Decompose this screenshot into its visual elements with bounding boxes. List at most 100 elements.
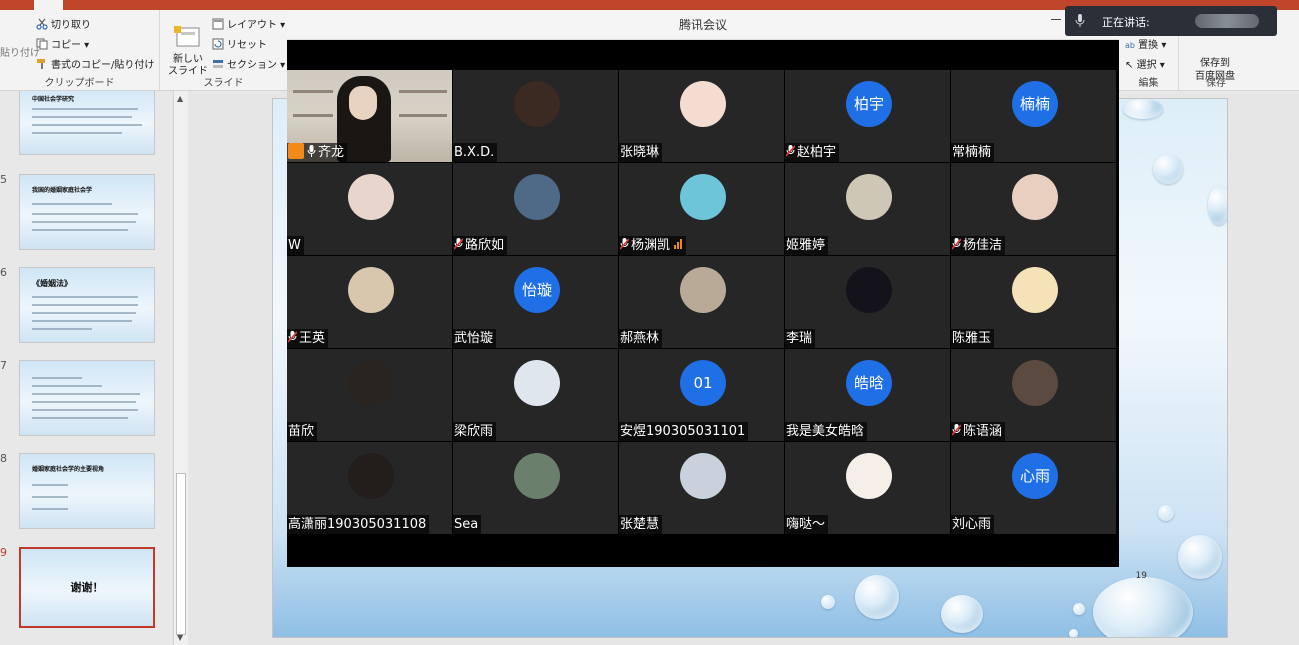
participant-tile[interactable]: 皓晗 我是美女皓晗 — [785, 349, 950, 441]
participant-name: 安煜190305031101 — [620, 424, 746, 439]
participant-tile[interactable]: 杨佳洁 — [951, 163, 1116, 255]
avatar: 心雨 — [1012, 453, 1058, 499]
water-bubble — [1153, 154, 1183, 184]
slide-thumbnail-9[interactable]: 谢谢！ — [19, 547, 155, 628]
participant-tile[interactable]: 嗨哒～ — [785, 442, 950, 534]
save-group-label: 保存 — [1206, 78, 1226, 89]
minimize-icon[interactable] — [1051, 19, 1061, 20]
copy-label: コピー — [51, 40, 81, 51]
participant-nameplate: B.X.D. — [453, 143, 498, 162]
water-bubble — [941, 595, 983, 633]
slide-thumbnail-5[interactable]: 我国的婚姻家庭社会学 — [19, 174, 155, 250]
tencent-meeting-window[interactable]: 腾讯会议 齐龙 B.X.D. 张晓琳 柏宇 赵柏宇 楠楠 常楠楠 W 路欣如 杨渊凯 姬雅婷 杨佳洁王… — [287, 10, 1119, 567]
participant-name: 路欣如 — [465, 238, 505, 253]
participant-name: 张楚慧 — [620, 517, 660, 532]
participant-tile[interactable]: 路欣如 — [453, 163, 618, 255]
participant-name: 高潇丽190305031108 — [288, 517, 427, 532]
participant-name: 杨渊凯 — [631, 238, 671, 253]
participant-tile[interactable]: 怡璇 武怡璇 — [453, 256, 618, 348]
participant-tile[interactable]: 高潇丽190305031108 — [287, 442, 452, 534]
speaker-name-blurred — [1195, 14, 1259, 28]
thumbnail-title: 谢谢！ — [70, 581, 104, 594]
participant-nameplate: 高潇丽190305031108 — [287, 515, 430, 534]
participant-name: 姬雅婷 — [786, 238, 826, 253]
slide-page-number: 19 — [1135, 571, 1147, 581]
host-badge-icon — [288, 143, 304, 159]
tab-home[interactable] — [34, 0, 63, 10]
participant-nameplate: 王英 — [287, 329, 329, 348]
participant-nameplate: W — [287, 236, 304, 255]
participant-tile[interactable]: W — [287, 163, 452, 255]
participant-tile[interactable]: 齐龙 — [287, 70, 452, 162]
reset-button[interactable]: リセット — [212, 36, 267, 51]
participant-tile[interactable]: 梁欣雨 — [453, 349, 618, 441]
meeting-title-bar[interactable]: 腾讯会议 — [287, 10, 1119, 40]
scroll-down-icon[interactable]: ▼ — [177, 633, 183, 642]
participant-tile[interactable]: 姬雅婷 — [785, 163, 950, 255]
participant-nameplate: 姬雅婷 — [785, 236, 829, 255]
participant-nameplate: 安煜190305031101 — [619, 422, 749, 441]
slide-number-7: 7 — [0, 359, 7, 372]
mic-muted-icon — [620, 238, 629, 250]
participant-name: 刘心雨 — [952, 517, 992, 532]
mic-muted-icon — [454, 238, 463, 250]
avatar — [1012, 267, 1058, 313]
participant-nameplate: 张晓琳 — [619, 143, 663, 162]
section-button[interactable]: セクション ▾ — [212, 56, 285, 71]
participant-name: 郝燕林 — [620, 331, 660, 346]
slide-thumbnail-4[interactable]: 中国社会学研究 — [19, 91, 155, 155]
avatar — [846, 267, 892, 313]
participant-tile[interactable]: Sea — [453, 442, 618, 534]
participant-nameplate: 杨渊凯 — [619, 236, 687, 255]
water-bubble — [1069, 629, 1078, 637]
slide-thumbnail-6[interactable]: 《婚姻法》 — [19, 267, 155, 343]
participant-tile[interactable]: 楠楠 常楠楠 — [951, 70, 1116, 162]
slides-group-label: スライド — [203, 78, 244, 89]
format-painter-icon — [37, 59, 45, 69]
participant-nameplate: 杨佳洁 — [951, 236, 1006, 255]
participant-tile[interactable]: 柏宇 赵柏宇 — [785, 70, 950, 162]
scrollbar-thumb[interactable] — [176, 473, 186, 635]
participant-nameplate: 梁欣雨 — [453, 422, 497, 441]
participant-tile[interactable]: B.X.D. — [453, 70, 618, 162]
slide-number-5: 5 — [0, 173, 7, 186]
participant-tile[interactable]: 01 安煜190305031101 — [619, 349, 784, 441]
new-slide-icon — [174, 26, 200, 47]
participant-tile[interactable]: 心雨刘心雨 — [951, 442, 1116, 534]
paste-button[interactable]: 貼り付け — [0, 44, 40, 59]
participant-tile[interactable]: 陈雅玉 — [951, 256, 1116, 348]
mic-muted-icon — [952, 238, 961, 250]
slide-number-8: 8 — [0, 452, 7, 465]
participant-tile[interactable]: 苗欣 — [287, 349, 452, 441]
participant-tile[interactable]: 张晓琳 — [619, 70, 784, 162]
select-button[interactable]: ↖ 選択 ▾ — [1125, 56, 1165, 71]
participant-tile[interactable]: 陈语涵 — [951, 349, 1116, 441]
participant-tile[interactable]: 张楚慧 — [619, 442, 784, 534]
replace-icon: ab — [1125, 41, 1135, 50]
avatar — [680, 174, 726, 220]
editing-group-label: 編集 — [1138, 78, 1159, 89]
participant-nameplate: 常楠楠 — [951, 143, 995, 162]
format-painter-button[interactable]: 書式のコピー/貼り付け — [36, 56, 154, 71]
layout-button[interactable]: レイアウト ▾ — [212, 16, 285, 31]
participant-nameplate: 张楚慧 — [619, 515, 663, 534]
scroll-up-icon[interactable]: ▲ — [177, 94, 183, 103]
participant-tile[interactable]: 王英 — [287, 256, 452, 348]
slide-number-9: 9 — [0, 546, 7, 559]
copy-button[interactable]: コピー ▾ — [36, 36, 89, 51]
participant-tile[interactable]: 杨渊凯 — [619, 163, 784, 255]
mic-muted-icon — [952, 424, 961, 436]
slide-thumbnail-8[interactable]: 婚姻家庭社会学的主要视角 — [19, 453, 155, 529]
thumbnail-scrollbar[interactable]: ▲ ▼ — [173, 91, 188, 645]
cut-button[interactable]: 切り取り — [36, 16, 91, 31]
participant-grid: 齐龙 B.X.D. 张晓琳 柏宇 赵柏宇 楠楠 常楠楠 W 路欣如 杨渊凯 姬雅婷 杨佳洁王英 怡璇 武怡… — [287, 70, 1119, 535]
participant-tile[interactable]: 李瑞 — [785, 256, 950, 348]
slide-thumbnail-7[interactable] — [19, 360, 155, 436]
clipboard-group-label: クリップボード — [44, 78, 115, 89]
replace-button[interactable]: ab 置換 ▾ — [1125, 36, 1166, 51]
water-bubble — [1158, 505, 1174, 521]
thumbnail-title: 中国社会学研究 — [32, 96, 75, 103]
participant-nameplate: 我是美女皓晗 — [785, 422, 868, 441]
participant-tile[interactable]: 郝燕林 — [619, 256, 784, 348]
participant-name: 赵柏宇 — [797, 145, 837, 160]
